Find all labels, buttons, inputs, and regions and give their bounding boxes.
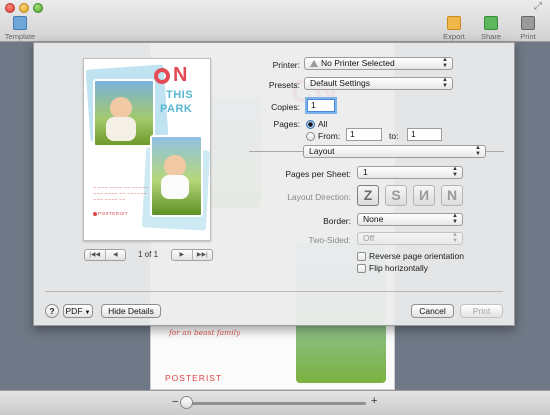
share-button[interactable]: Share: [473, 16, 509, 41]
previous-page-button[interactable]: ◀: [104, 250, 126, 260]
brand-dot-icon: [93, 211, 97, 216]
pages-per-sheet-label: Pages per Sheet:: [285, 169, 351, 179]
chevron-down-icon: ▼: [84, 310, 91, 316]
border-label: Border:: [323, 216, 351, 226]
warning-icon: [310, 60, 318, 67]
fullscreen-icon[interactable]: ⤢: [534, 2, 544, 12]
pages-all-radio[interactable]: [306, 120, 315, 129]
chevron-updown-icon: ▲ ▼: [475, 145, 481, 157]
zoom-window-button[interactable]: [33, 3, 43, 13]
preview-nav-forward-group: ▶ ▶▶|: [171, 249, 213, 261]
chevron-updown-icon: ▲ ▼: [442, 57, 448, 69]
print-button[interactable]: Print: [460, 304, 503, 318]
pdf-label: PDF: [65, 306, 83, 316]
reverse-orientation-label: Reverse page orientation: [369, 251, 464, 261]
minimize-window-button[interactable]: [19, 3, 29, 13]
share-icon: [484, 16, 498, 30]
pages-per-sheet-value: 1: [363, 167, 368, 177]
chevron-updown-icon: ▲ ▼: [452, 232, 458, 244]
preview-photo-subject: [164, 155, 186, 177]
close-window-button[interactable]: [5, 3, 15, 13]
zoom-slider-handle[interactable]: [180, 396, 193, 409]
reverse-orientation-checkbox[interactable]: [357, 252, 366, 261]
pages-from-radio[interactable]: [306, 132, 315, 141]
copies-label: Copies:: [271, 102, 300, 112]
print-toolbar-label: Print: [520, 32, 536, 41]
share-label: Share: [480, 32, 501, 41]
print-sheet: N THIS PARK ~ ~~~ ~~~~ ~~ ~~~~~ ~~~ ~~~~…: [33, 42, 515, 326]
preview-nav-back-group: |◀◀ ◀: [84, 249, 126, 261]
page-counter: 1 of 1: [138, 250, 159, 259]
template-icon: [13, 16, 27, 30]
preview-photo-subject: [106, 117, 136, 141]
app-toolbar: ⤢ Template Export Share Print: [0, 0, 550, 42]
print-toolbar-button[interactable]: Print: [510, 16, 546, 41]
pages-from-label: From:: [318, 131, 341, 141]
pages-all-label: All: [318, 119, 328, 129]
layout-direction-n-reverse-icon[interactable]: И: [413, 185, 435, 206]
preview-brand: POSTERIST: [93, 211, 128, 216]
zoom-slider[interactable]: [183, 402, 366, 405]
border-popup[interactable]: None ▲ ▼: [357, 213, 463, 226]
preview-body-text: ~ ~~~ ~~~~ ~~ ~~~~~ ~~~ ~~~~ ~~ ~~~~~~ ~…: [93, 185, 149, 202]
footer-divider: [45, 291, 503, 292]
section-value: Layout: [309, 146, 335, 156]
printer-value: No Printer Selected: [321, 58, 395, 68]
layout-direction-z-icon[interactable]: Z: [357, 185, 379, 206]
two-sided-value: Off: [363, 233, 375, 243]
pages-to-field[interactable]: 1: [407, 128, 442, 141]
zoom-out-icon[interactable]: −: [172, 396, 178, 408]
template-label: Template: [4, 32, 36, 41]
chevron-updown-icon: ▲ ▼: [452, 166, 458, 178]
preview-photo-subject: [110, 97, 132, 119]
pages-from-field[interactable]: 1: [346, 128, 382, 141]
preview-heading-line: PARK: [160, 103, 193, 115]
presets-popup[interactable]: Default Settings ▲ ▼: [304, 77, 453, 90]
presets-value: Default Settings: [310, 78, 371, 88]
print-icon: [521, 16, 535, 30]
cancel-button[interactable]: Cancel: [411, 304, 454, 318]
printer-popup[interactable]: No Printer Selected ▲ ▼: [304, 57, 453, 70]
canvas-note: for an beast family: [169, 328, 241, 337]
flip-horizontally-label: Flip horizontally: [369, 263, 429, 273]
preview-brand-text: POSTERIST: [98, 211, 129, 216]
pdf-menu-button[interactable]: PDF ▼: [63, 304, 93, 318]
preview-photo-subject: [161, 175, 189, 199]
export-label: Export: [443, 32, 465, 41]
template-button[interactable]: Template: [2, 16, 38, 41]
zoom-bar: − +: [0, 390, 550, 415]
presets-label: Presets:: [268, 80, 300, 90]
preview-heading-line: THIS: [166, 89, 194, 101]
two-sided-popup[interactable]: Off ▲ ▼: [357, 232, 463, 245]
section-popup[interactable]: Layout ▲ ▼: [303, 145, 486, 158]
section-divider: [486, 151, 504, 152]
first-page-button[interactable]: |◀◀: [85, 250, 105, 260]
pages-label: Pages:: [273, 119, 300, 129]
canvas-brand: POSTERIST: [165, 373, 223, 383]
lifebuoy-icon: [154, 68, 170, 84]
chevron-updown-icon: ▲ ▼: [452, 213, 458, 225]
last-page-button[interactable]: ▶▶|: [191, 250, 213, 260]
layout-direction-s-icon[interactable]: S: [385, 185, 407, 206]
export-button[interactable]: Export: [436, 16, 472, 41]
chevron-updown-icon: ▲ ▼: [442, 77, 448, 89]
zoom-in-icon[interactable]: +: [371, 395, 377, 407]
help-icon[interactable]: ?: [45, 304, 59, 318]
layout-direction-label: Layout Direction:: [287, 192, 351, 202]
preview-logo-letter: N: [173, 64, 188, 86]
border-value: None: [363, 214, 384, 224]
section-divider: [249, 151, 304, 152]
hide-details-button[interactable]: Hide Details: [101, 304, 161, 318]
two-sided-label: Two-Sided:: [308, 235, 351, 245]
copies-field[interactable]: 1: [307, 99, 335, 112]
print-preview-page: N THIS PARK ~ ~~~ ~~~~ ~~ ~~~~~ ~~~ ~~~~…: [83, 58, 211, 241]
export-icon: [447, 16, 461, 30]
printer-label: Printer:: [272, 60, 300, 70]
pages-per-sheet-popup[interactable]: 1 ▲ ▼: [357, 166, 463, 179]
next-page-button[interactable]: ▶: [172, 250, 192, 260]
pages-to-label: to:: [389, 131, 399, 141]
layout-direction-n-icon[interactable]: N: [441, 185, 463, 206]
flip-horizontally-checkbox[interactable]: [357, 264, 366, 273]
